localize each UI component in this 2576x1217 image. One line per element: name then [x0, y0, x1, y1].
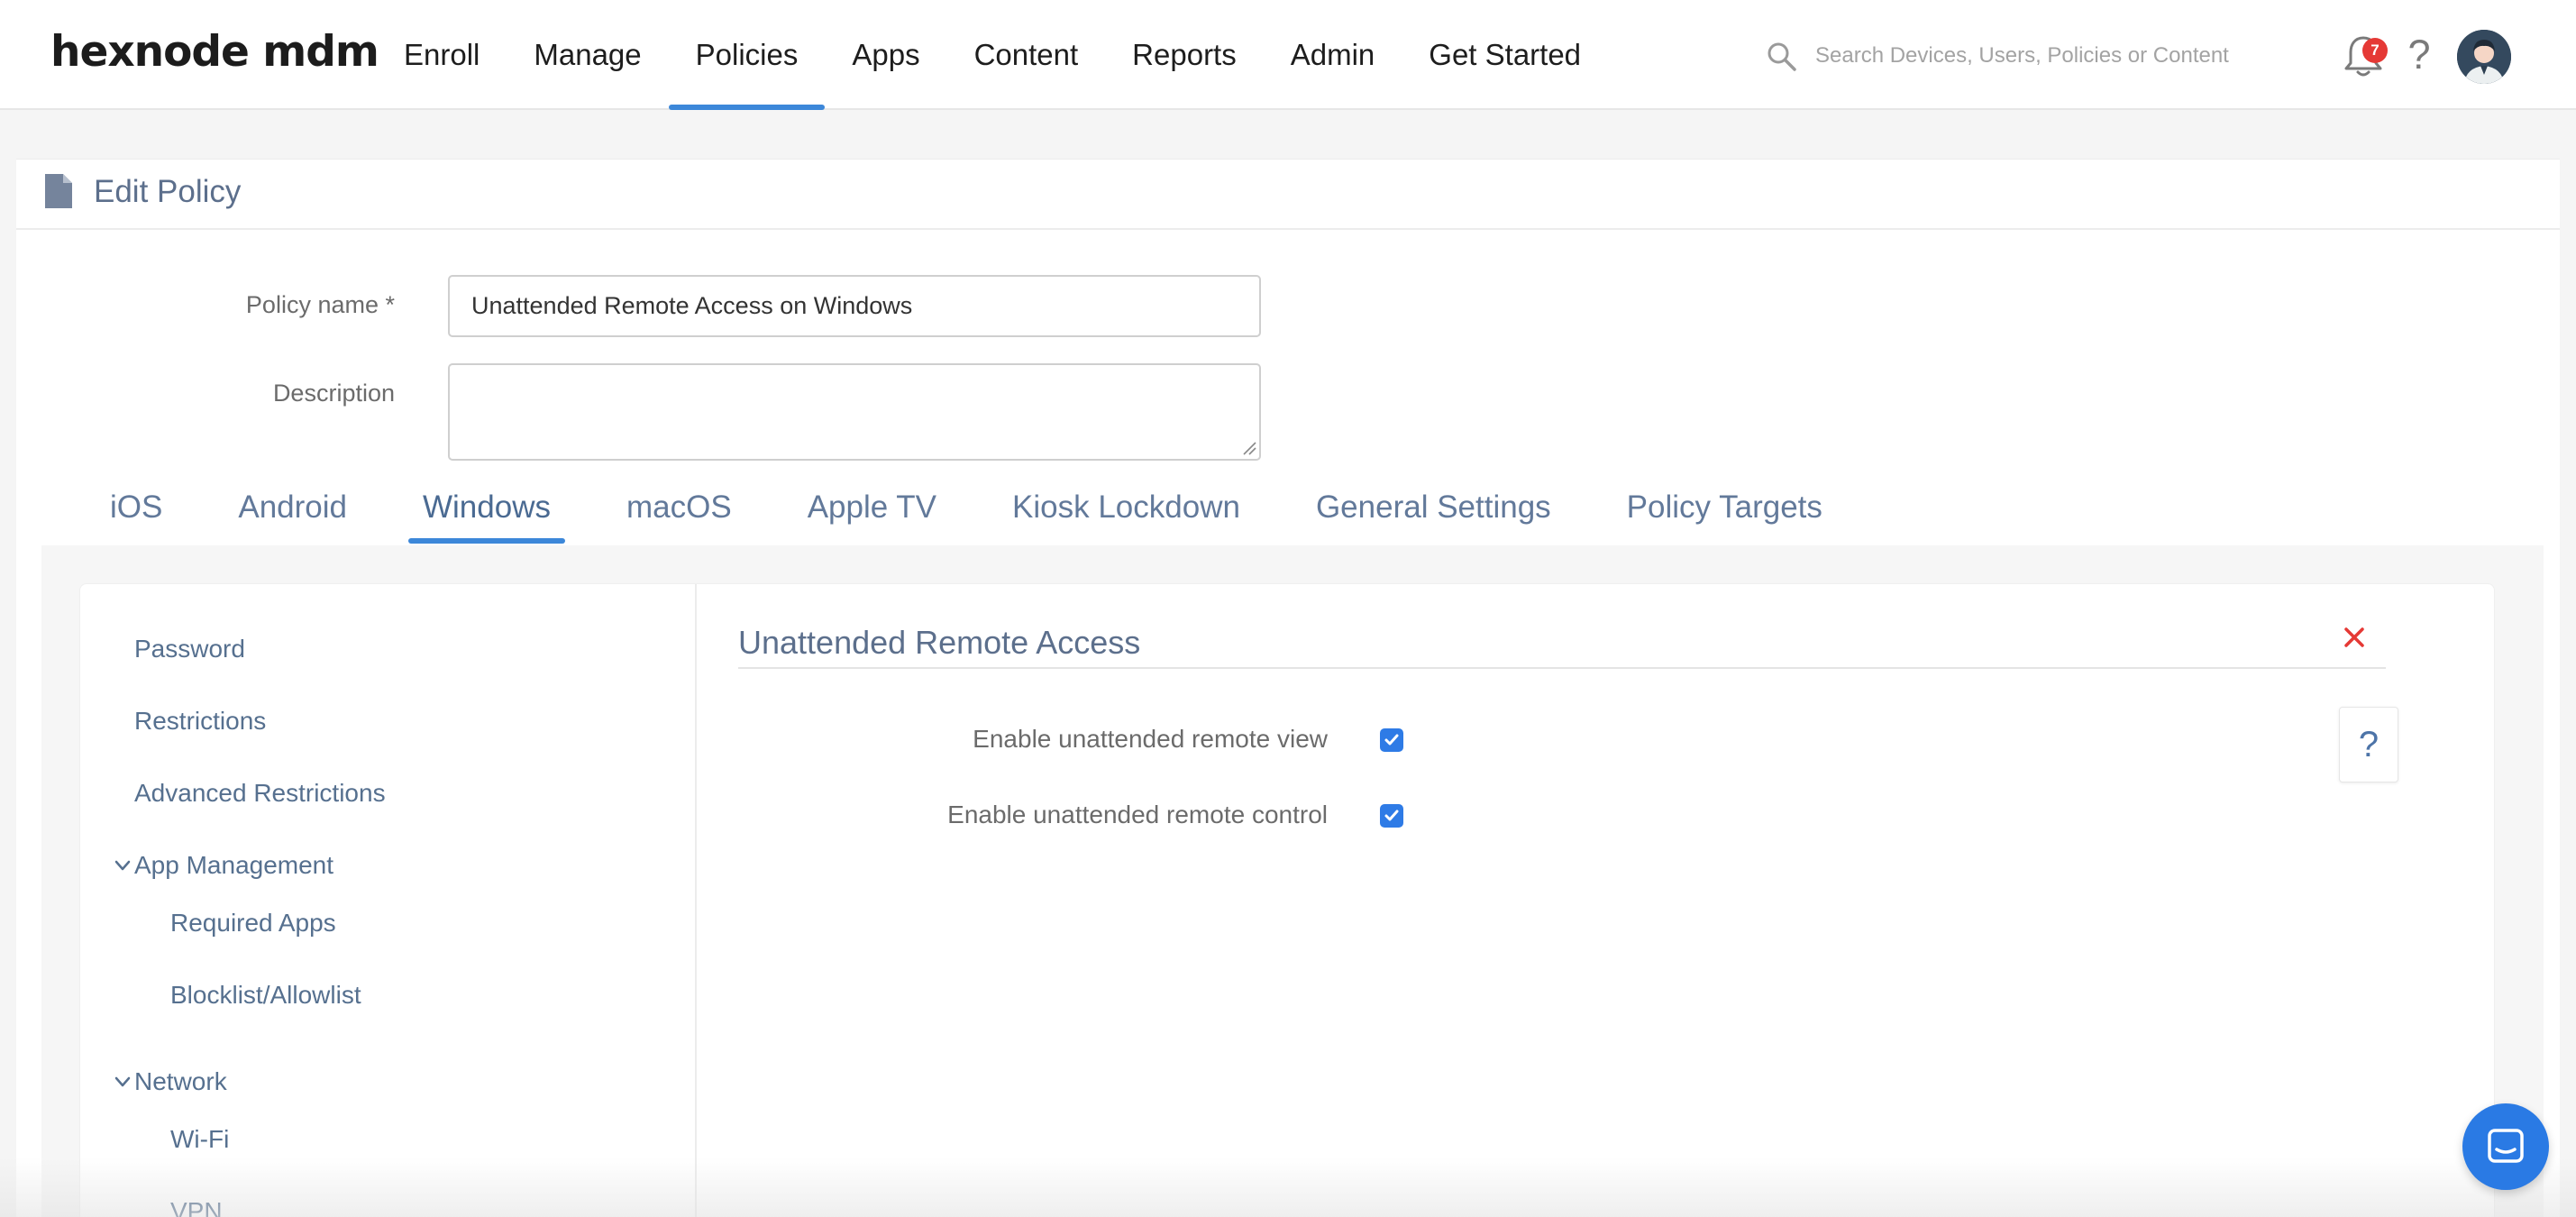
- tab-ios[interactable]: iOS: [96, 480, 177, 544]
- nav-item-admin[interactable]: Admin: [1264, 0, 1402, 110]
- chevron-down-icon[interactable]: [114, 1075, 131, 1088]
- policy-sidebar: Password Restrictions Advanced Restricti…: [80, 584, 697, 1217]
- sidebar-item-required-apps[interactable]: Required Apps: [170, 909, 336, 938]
- policy-content: Unattended Remote Access ? Enable unatte…: [697, 584, 2496, 1217]
- help-button[interactable]: ?: [2339, 707, 2398, 782]
- tab-policy-targets[interactable]: Policy Targets: [1612, 480, 1837, 544]
- policy-name-label: Policy name *: [245, 291, 395, 318]
- main-nav: Enroll Manage Policies Apps Content Repo…: [377, 0, 1608, 110]
- sidebar-item-blocklist-allowlist[interactable]: Blocklist/Allowlist: [170, 981, 361, 1010]
- search-icon: [1768, 42, 1796, 71]
- remote-control-checkbox[interactable]: [1380, 804, 1403, 828]
- nav-item-manage[interactable]: Manage: [507, 0, 668, 110]
- chat-icon: [2488, 1129, 2524, 1163]
- page-title: Edit Policy: [94, 174, 242, 209]
- section-divider: [738, 667, 2386, 669]
- platform-tabs: iOS Android Windows macOS Apple TV Kiosk…: [96, 480, 1884, 544]
- search-input[interactable]: [1815, 36, 2230, 76]
- tab-android[interactable]: Android: [224, 480, 361, 544]
- tab-windows[interactable]: Windows: [408, 480, 565, 544]
- sidebar-group-app-management[interactable]: App Management: [134, 851, 333, 880]
- sidebar-group-network[interactable]: Network: [134, 1067, 227, 1096]
- settings-area: Password Restrictions Advanced Restricti…: [41, 545, 2544, 1217]
- global-search: [1767, 36, 2235, 76]
- close-icon[interactable]: [2339, 622, 2370, 653]
- nav-item-content[interactable]: Content: [947, 0, 1106, 110]
- nav-item-reports[interactable]: Reports: [1105, 0, 1264, 110]
- notification-badge: 7: [2362, 38, 2388, 63]
- tab-apple-tv[interactable]: Apple TV: [793, 480, 951, 544]
- chat-button[interactable]: [2462, 1103, 2549, 1190]
- avatar[interactable]: [2457, 30, 2511, 84]
- chevron-down-icon[interactable]: [114, 859, 131, 872]
- resize-handle-icon[interactable]: [1242, 441, 1256, 455]
- page-header: Edit Policy: [16, 160, 2560, 230]
- remote-view-checkbox[interactable]: [1380, 728, 1403, 752]
- checkmark-icon: [1384, 810, 1399, 821]
- remote-control-label: Enable unattended remote control: [947, 801, 1328, 828]
- sidebar-item-password[interactable]: Password: [134, 635, 245, 663]
- sidebar-item-vpn[interactable]: VPN: [170, 1197, 223, 1217]
- nav-item-apps[interactable]: Apps: [825, 0, 946, 110]
- top-navigation-bar: hexnode mdm Enroll Manage Policies Apps …: [0, 0, 2576, 110]
- user-avatar-icon: [2457, 30, 2511, 84]
- edit-policy-card: Edit Policy Policy name * Description iO…: [16, 159, 2560, 1217]
- sidebar-item-wifi[interactable]: Wi-Fi: [170, 1125, 229, 1154]
- nav-item-enroll[interactable]: Enroll: [377, 0, 507, 110]
- settings-panel: Password Restrictions Advanced Restricti…: [79, 583, 2495, 1217]
- help-icon[interactable]: ?: [2403, 31, 2435, 79]
- tab-kiosk-lockdown[interactable]: Kiosk Lockdown: [998, 480, 1255, 544]
- policy-name-input[interactable]: [448, 275, 1261, 337]
- description-input[interactable]: [448, 363, 1261, 461]
- tab-macos[interactable]: macOS: [612, 480, 746, 544]
- tab-general-settings[interactable]: General Settings: [1302, 480, 1566, 544]
- sidebar-item-restrictions[interactable]: Restrictions: [134, 707, 266, 736]
- section-title: Unattended Remote Access: [738, 624, 1141, 661]
- hexnode-logo[interactable]: hexnode mdm: [50, 27, 379, 77]
- description-label: Description: [272, 380, 395, 407]
- sidebar-item-advanced-restrictions[interactable]: Advanced Restrictions: [134, 779, 386, 808]
- remote-view-label: Enable unattended remote view: [973, 725, 1328, 753]
- checkmark-icon: [1384, 734, 1399, 746]
- document-icon: [45, 174, 72, 208]
- nav-item-policies[interactable]: Policies: [668, 0, 826, 110]
- nav-item-get-started[interactable]: Get Started: [1402, 0, 1608, 110]
